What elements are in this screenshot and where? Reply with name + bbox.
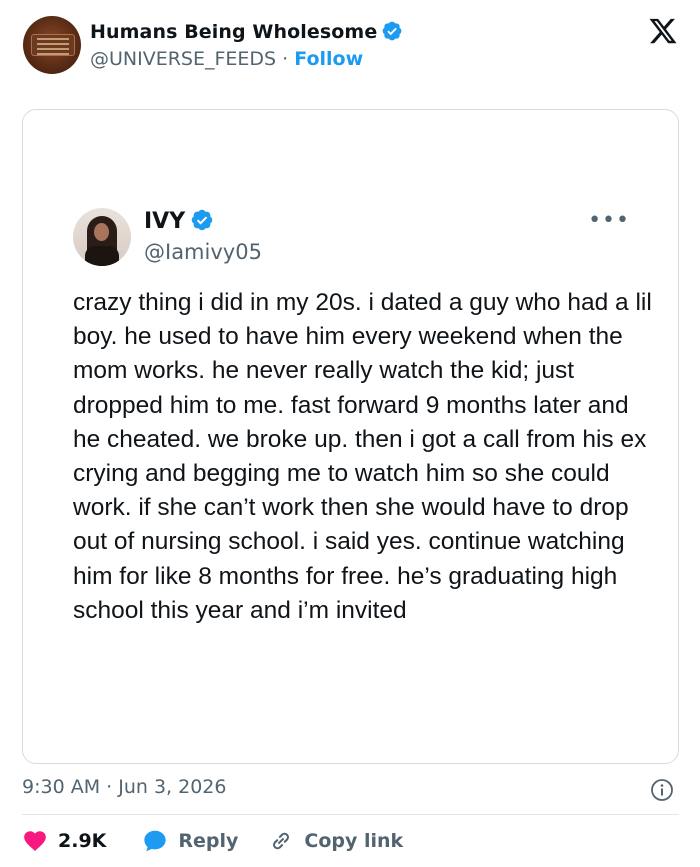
verified-badge-icon	[382, 21, 402, 41]
account-name[interactable]: Humans Being Wholesome	[90, 21, 377, 43]
embedded-tweet-text: crazy thing i did in my 20s. i dated a g…	[73, 289, 652, 624]
action-bar: 2.9K Reply Copy link	[22, 826, 403, 856]
like-button[interactable]: 2.9K	[22, 828, 106, 854]
embedded-handle[interactable]: @Iamivy05	[144, 240, 262, 264]
footer-divider	[22, 814, 679, 815]
info-icon[interactable]	[650, 778, 674, 802]
reply-bubble-icon	[144, 830, 167, 852]
copy-link-button[interactable]: Copy link	[268, 828, 403, 854]
like-count: 2.9K	[58, 830, 107, 852]
account-name-row[interactable]: Humans Being Wholesome	[90, 20, 403, 43]
x-logo-icon[interactable]	[648, 16, 678, 46]
embedded-name[interactable]: IVY	[144, 209, 185, 234]
reply-label: Reply	[178, 830, 239, 852]
reply-button[interactable]: Reply	[142, 828, 238, 854]
follow-button[interactable]: Follow	[294, 48, 363, 70]
account-handle[interactable]: @UNIVERSE_FEEDS	[90, 48, 276, 70]
link-icon	[273, 832, 290, 850]
account-avatar[interactable]	[23, 16, 81, 74]
embedded-avatar[interactable]	[73, 208, 131, 266]
heart-icon	[24, 831, 46, 851]
verified-badge-icon	[191, 209, 213, 231]
copy-link-label: Copy link	[304, 830, 404, 852]
account-handle-line: @UNIVERSE_FEEDS · Follow	[90, 48, 363, 70]
embedded-tweet-card[interactable]: IVY @Iamivy05 ••• crazy thing i did in m…	[22, 109, 679, 764]
embedded-name-row[interactable]: IVY	[144, 208, 214, 234]
separator-dot: ·	[282, 48, 289, 70]
more-icon[interactable]: •••	[588, 210, 630, 232]
tweet-header: Humans Being Wholesome @UNIVERSE_FEEDS ·…	[0, 0, 700, 100]
tweet-timestamp[interactable]: 9:30 AM · Jun 3, 2026	[22, 776, 226, 798]
